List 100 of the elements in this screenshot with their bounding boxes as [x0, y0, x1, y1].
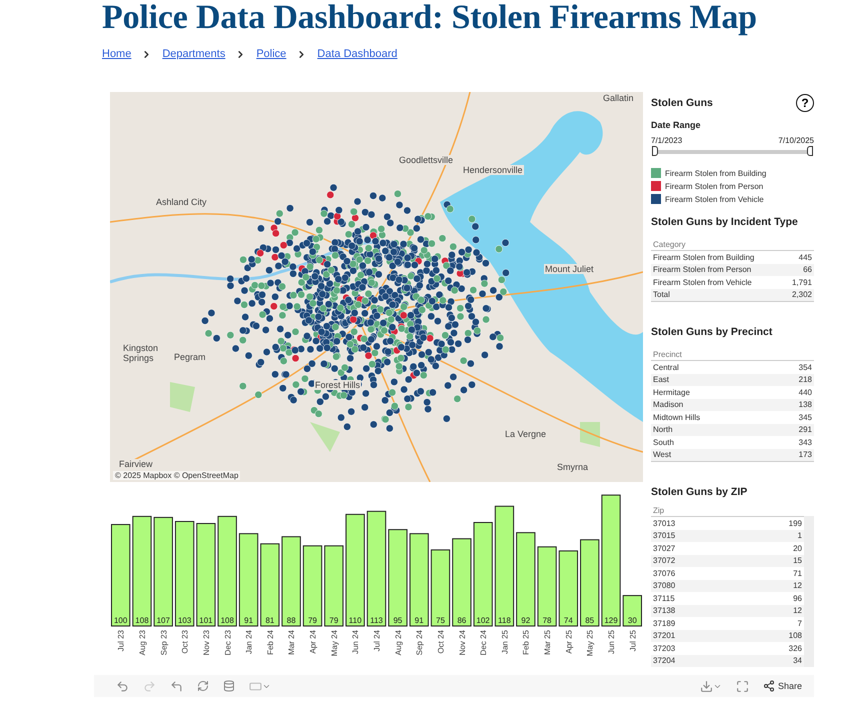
bar-value-label: 95 — [393, 616, 402, 625]
legend-label: Firearm Stolen from Building — [665, 168, 766, 178]
slider-handle[interactable] — [807, 146, 813, 156]
table-cell: 291 — [798, 425, 812, 434]
table-cell: 199 — [788, 518, 802, 528]
month-axis-label: Jan 25 — [500, 630, 510, 654]
breadcrumb-link[interactable]: Departments — [162, 48, 226, 60]
month-axis-label: Dec 24 — [479, 630, 488, 656]
month-axis-label: Feb 25 — [522, 630, 531, 655]
table-cell: North — [653, 425, 673, 434]
bar-value-label: 110 — [348, 616, 362, 625]
undo-button[interactable] — [116, 680, 129, 692]
map-place-label: Fairview — [118, 459, 154, 469]
undo-icon — [116, 680, 129, 692]
table-cell: 440 — [798, 388, 812, 397]
end-date: 7/10/2025 — [778, 136, 814, 145]
map-place-label: La Vergne — [504, 429, 548, 439]
month-axis-label: Aug 24 — [394, 630, 403, 656]
month-axis-label: May 25 — [586, 630, 595, 656]
table-cell: 37138 — [653, 606, 676, 616]
month-axis-label: Jun 25 — [607, 630, 616, 654]
breadcrumb-link[interactable]: Police — [256, 48, 286, 60]
bar-value-label: 107 — [156, 616, 170, 625]
month-axis-label: Apr 25 — [564, 630, 574, 654]
bar — [622, 595, 642, 626]
month-axis-label: Aug 23 — [138, 630, 147, 656]
redo-icon — [143, 680, 156, 692]
breadcrumb-link[interactable]: Home — [102, 48, 132, 60]
table-cell: Firearm Stolen from Vehicle — [653, 278, 752, 287]
table-title: Stolen Guns by ZIP — [651, 486, 748, 498]
month-axis-label: Jun 24 — [351, 630, 360, 654]
help-icon[interactable]: ? — [796, 94, 814, 112]
share-button[interactable]: Share — [762, 680, 802, 692]
page-title: Police Data Dashboard: Stolen Firearms Map — [102, 0, 758, 36]
table-cell: 138 — [798, 400, 812, 410]
table-cell: 37204 — [653, 656, 676, 666]
legend-label: Firearm Stolen from Person — [665, 182, 764, 190]
table-cell: 218 — [798, 375, 812, 384]
bar-value-label: 88 — [286, 616, 296, 625]
table-cell: 37072 — [653, 556, 676, 566]
bar-value-label: 75 — [436, 616, 445, 625]
refresh-button[interactable] — [197, 680, 209, 692]
table-cell: 37080 — [653, 581, 676, 590]
table-cell: 7 — [798, 618, 802, 628]
month-axis-label: May 24 — [330, 630, 339, 656]
table-cell: 173 — [798, 450, 812, 460]
view-button[interactable] — [249, 680, 271, 692]
table-cell: Firearm Stolen from Building — [653, 252, 754, 262]
bar-value-label: 30 — [628, 616, 637, 625]
start-date: 7/1/2023 — [651, 136, 682, 145]
table-cell: Firearm Stolen from Person — [653, 265, 752, 274]
bar-value-label: 85 — [585, 616, 594, 625]
table-cell: 37115 — [653, 594, 675, 603]
bar-value-label: 92 — [521, 616, 530, 625]
table-cell: 354 — [798, 362, 812, 372]
download-button[interactable] — [700, 680, 722, 692]
table-cell: 326 — [788, 644, 802, 653]
bar-value-label: 118 — [498, 616, 511, 625]
table-cell: 20 — [793, 544, 802, 553]
table-cell: Total — [653, 290, 670, 300]
bar-value-label: 101 — [199, 616, 213, 625]
map-view[interactable]: Gallatin Goodlettsville Hendersonville Ashland City Mount Juliet Kingston Springs Pegram Forest Hills La Vergne Fairview Smyrna © 2025 Mapbox © OpenStreetMap — [110, 92, 643, 482]
filter-label: Date Range — [651, 120, 702, 130]
month-axis-label: Jul 24 — [372, 630, 382, 652]
scrollbar[interactable] — [804, 516, 814, 667]
refresh-icon — [197, 680, 209, 692]
table-cell: Hermitage — [653, 388, 690, 397]
month-axis-label: Jul 23 — [116, 630, 126, 652]
bar-value-label: 108 — [135, 616, 149, 625]
month-axis-label: Jul 25 — [628, 630, 638, 652]
month-axis-label: Sep 23 — [159, 630, 168, 656]
month-axis-label: Dec 23 — [223, 630, 232, 656]
map-place-label: Hendersonville — [462, 165, 524, 175]
table-title: Stolen Guns by Incident Type — [651, 216, 799, 228]
revert-icon — [170, 680, 183, 692]
revert-button[interactable] — [170, 680, 183, 692]
rectangle-icon — [249, 680, 262, 692]
table-cell: 37203 — [653, 644, 676, 653]
slider-handle[interactable] — [652, 146, 658, 156]
bar-value-label: 102 — [476, 616, 490, 625]
month-axis-label: Mar 25 — [543, 630, 552, 655]
table-cell: 445 — [798, 252, 812, 262]
month-axis-label: Jan 24 — [244, 630, 254, 654]
breadcrumb-link[interactable]: Data Dashboard — [317, 48, 398, 60]
table-cell: East — [653, 375, 670, 384]
map-place-label: Goodlettsville — [398, 155, 454, 165]
bar-value-label: 113 — [370, 616, 383, 625]
table-cell: 66 — [803, 265, 812, 274]
month-axis-label: Nov 23 — [202, 630, 211, 656]
table-cell: 34 — [793, 656, 802, 666]
fullscreen-icon — [736, 680, 749, 692]
bar-value-label: 91 — [414, 616, 424, 625]
bar-value-label: 74 — [564, 616, 573, 625]
table-cell: 343 — [798, 438, 812, 447]
table-cell: Madison — [653, 400, 684, 410]
month-axis-label: Feb 24 — [266, 630, 275, 655]
fullscreen-button[interactable] — [736, 680, 749, 692]
download-icon — [700, 680, 713, 692]
map-place-label: Forest Hills — [314, 380, 362, 390]
bar-value-label: 108 — [220, 616, 234, 625]
